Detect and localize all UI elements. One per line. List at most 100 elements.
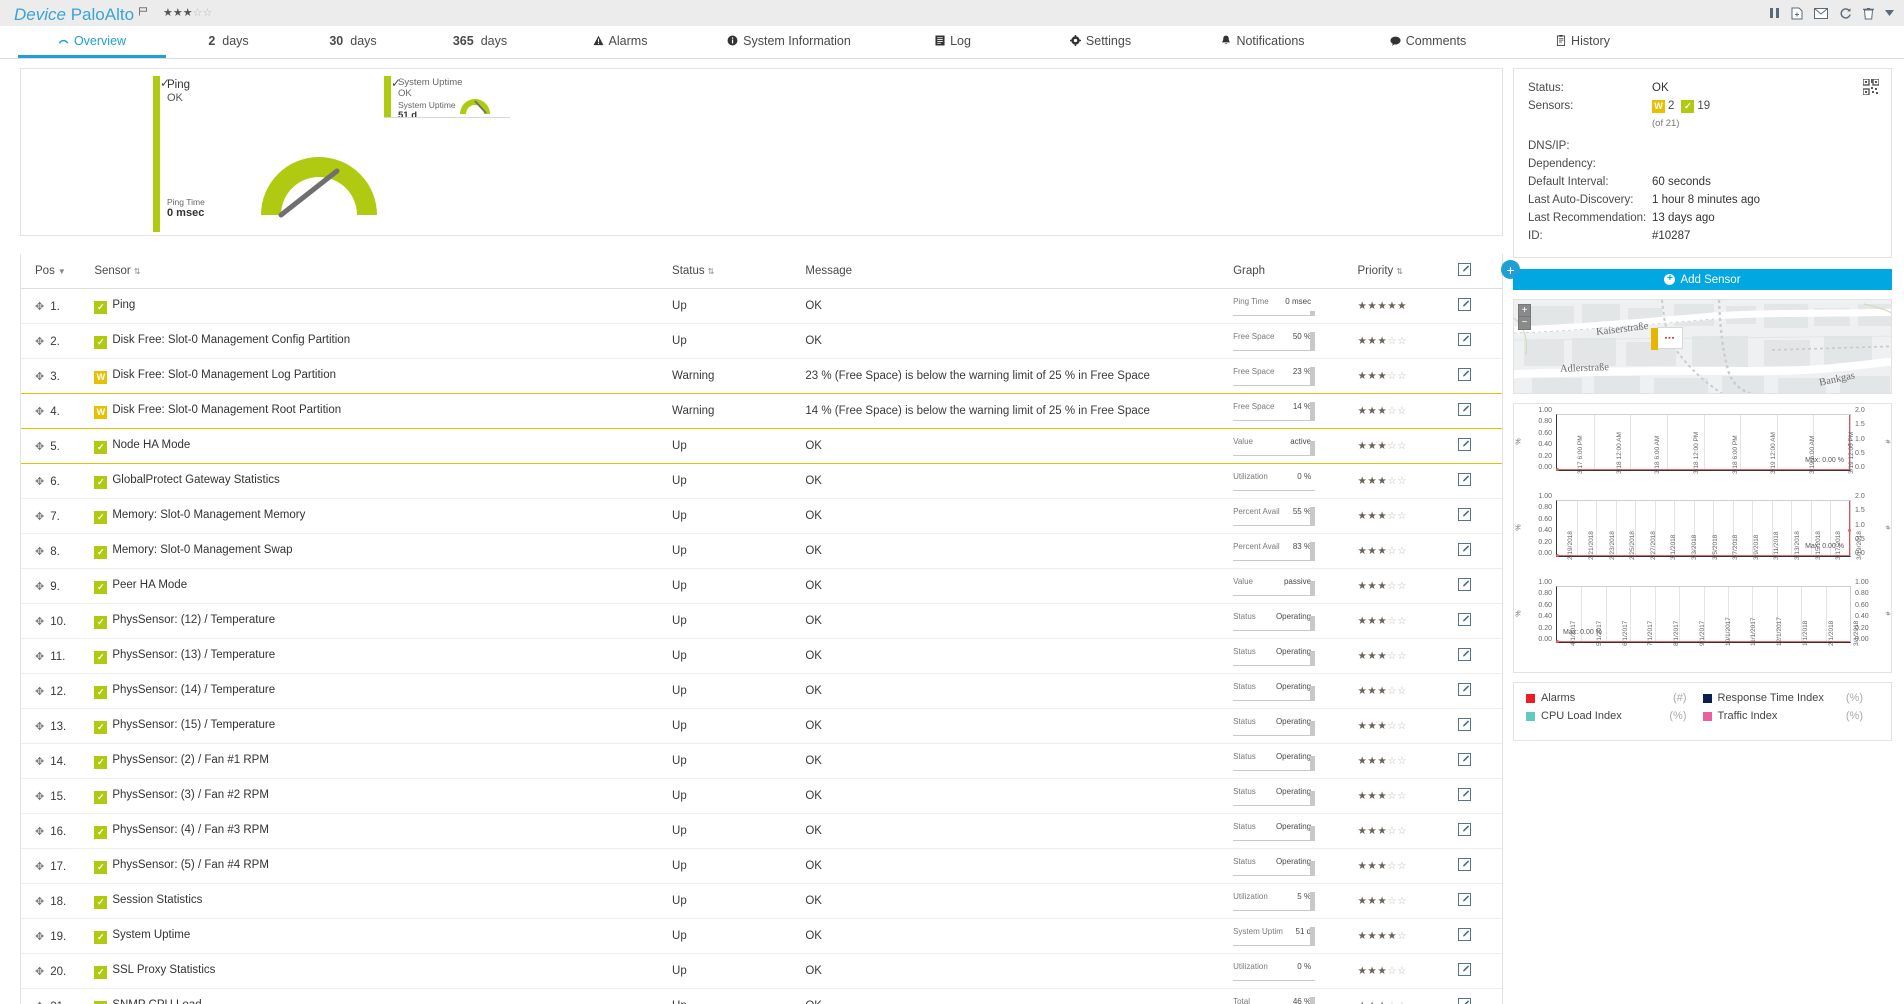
row-position[interactable]: ✥ 3. (21, 358, 95, 394)
row-sensor[interactable]: W Disk Free: Slot-0 Management Log Partit… (94, 358, 673, 394)
table-row[interactable]: ✥ 4. W Disk Free: Slot-0 Management Root Pa… (21, 393, 1502, 429)
row-sensor-link[interactable]: PhysSensor: (15) / Temperature (112, 719, 275, 731)
drag-handle-icon[interactable]: ✥ (35, 895, 44, 908)
row-position[interactable]: ✥ 15. (21, 778, 95, 814)
row-priority-stars[interactable]: ★★★☆☆ (1358, 860, 1408, 872)
row-edit[interactable] (1457, 393, 1502, 429)
row-priority-stars[interactable]: ★★★☆☆ (1358, 440, 1408, 452)
row-graph[interactable]: Status Operating (1233, 743, 1358, 779)
row-sensor[interactable]: ✓ PhysSensor: (15) / Temperature (94, 708, 673, 744)
row-priority-stars[interactable]: ★★★★★ (1358, 300, 1408, 312)
row-position[interactable]: ✥ 19. (21, 918, 95, 954)
row-graph[interactable]: Status Operating (1233, 603, 1358, 639)
table-row[interactable]: ✥ 2. ✓ Disk Free: Slot-0 Management Config … (21, 323, 1502, 359)
row-position[interactable]: ✥ 10. (21, 603, 95, 639)
edit-icon[interactable] (1457, 438, 1471, 454)
row-sensor-link[interactable]: Session Statistics (112, 894, 202, 906)
drag-handle-icon[interactable]: ✥ (35, 405, 44, 418)
drag-handle-icon[interactable]: ✥ (35, 300, 44, 313)
row-position[interactable]: ✥ 5. (21, 428, 95, 464)
row-priority-stars[interactable]: ★★★☆☆ (1358, 510, 1408, 522)
edit-icon[interactable] (1457, 473, 1471, 489)
row-edit[interactable] (1457, 848, 1502, 884)
add-document-icon[interactable] (1791, 7, 1803, 20)
row-sensor-link[interactable]: Node HA Mode (112, 439, 190, 451)
edit-icon[interactable] (1457, 893, 1471, 909)
row-priority[interactable]: ★★★☆☆ (1357, 708, 1458, 744)
edit-icon[interactable] (1457, 403, 1471, 419)
drag-handle-icon[interactable]: ✥ (35, 545, 44, 558)
row-graph[interactable]: Status Operating (1233, 638, 1358, 674)
drag-handle-icon[interactable]: ✥ (35, 930, 44, 943)
row-priority-stars[interactable]: ★★★☆☆ (1358, 475, 1408, 487)
row-priority[interactable]: ★★★★★ (1357, 288, 1458, 324)
table-row[interactable]: ✥ 7. ✓ Memory: Slot-0 Management Memory Up OK… (21, 498, 1502, 534)
row-sensor-link[interactable]: PhysSensor: (13) / Temperature (112, 649, 275, 661)
row-edit[interactable] (1457, 323, 1502, 359)
row-sensor-link[interactable]: SNMP CPU Load (112, 999, 201, 1004)
row-priority-stars[interactable]: ★★★☆☆ (1358, 755, 1408, 767)
edit-all-icon[interactable] (1457, 263, 1471, 279)
row-sensor-link[interactable]: Ping (112, 299, 135, 311)
row-priority[interactable]: ★★★☆☆ (1357, 428, 1458, 464)
table-row[interactable]: ✥ 17. ✓ PhysSensor: (5) / Fan #4 RPM Up OK Sta… (21, 848, 1502, 884)
row-graph[interactable]: Free Space 23 % (1233, 358, 1358, 394)
row-priority[interactable]: ★★★☆☆ (1357, 778, 1458, 814)
row-position[interactable]: ✥ 8. (21, 533, 95, 569)
row-position[interactable]: ✥ 21. (21, 988, 95, 1004)
pause-icon[interactable] (1769, 7, 1780, 19)
row-position[interactable]: ✥ 2. (21, 323, 95, 359)
row-sensor[interactable]: ✓ GlobalProtect Gateway Statistics (94, 463, 673, 499)
row-sensor[interactable]: ✓ Node HA Mode (94, 428, 673, 464)
row-priority[interactable]: ★★★☆☆ (1357, 533, 1458, 569)
row-sensor[interactable]: ✓ SNMP CPU Load (94, 988, 673, 1004)
row-priority[interactable]: ★★★☆☆ (1357, 953, 1458, 989)
row-priority-stars[interactable]: ★★★☆☆ (1358, 685, 1408, 697)
row-sensor-link[interactable]: System Uptime (112, 929, 190, 941)
map-zoom-out-button[interactable]: − (1519, 317, 1530, 329)
row-graph[interactable]: Status Operating (1233, 848, 1358, 884)
row-sensor[interactable]: ✓ SSL Proxy Statistics (94, 953, 673, 989)
mail-icon[interactable] (1814, 7, 1828, 19)
drag-handle-icon[interactable]: ✥ (35, 860, 44, 873)
row-graph[interactable]: Total 46 % (1233, 988, 1358, 1004)
edit-icon[interactable] (1457, 718, 1471, 734)
map-pin-icon[interactable]: ▪▪▪ (1651, 327, 1683, 350)
row-edit[interactable] (1457, 358, 1502, 394)
row-graph[interactable]: Ping Time 0 msec (1233, 288, 1358, 324)
row-sensor[interactable]: ✓ PhysSensor: (2) / Fan #1 RPM (94, 743, 673, 779)
table-row[interactable]: ✥ 3. W Disk Free: Slot-0 Management Log Par… (21, 358, 1502, 394)
row-position[interactable]: ✥ 18. (21, 883, 95, 919)
drag-handle-icon[interactable]: ✥ (35, 790, 44, 803)
row-priority-stars[interactable]: ★★★☆☆ (1358, 370, 1408, 382)
row-priority[interactable]: ★★★☆☆ (1357, 393, 1458, 429)
table-row[interactable]: ✥ 6. ✓ GlobalProtect Gateway Statistics Up OK… (21, 463, 1502, 499)
qr-code-icon[interactable] (1862, 78, 1880, 96)
row-sensor-link[interactable]: Memory: Slot-0 Management Swap (112, 544, 292, 556)
more-options-icon[interactable] (1885, 10, 1894, 16)
table-row[interactable]: ✥ 16. ✓ PhysSensor: (4) / Fan #3 RPM Up OK Sta… (21, 813, 1502, 849)
chart-2-days[interactable]: 2 days1.000.800.600.400.200.002.01.51.00… (1516, 407, 1893, 496)
row-position[interactable]: ✥ 9. (21, 568, 95, 604)
refresh-icon[interactable] (1839, 7, 1852, 20)
table-row[interactable]: ✥ 11. ✓ PhysSensor: (13) / Temperature Up OK S… (21, 638, 1502, 674)
row-sensor[interactable]: ✓ PhysSensor: (14) / Temperature (94, 673, 673, 709)
tab-alarms[interactable]: Alarms (545, 26, 695, 58)
row-sensor-link[interactable]: Peer HA Mode (112, 579, 187, 591)
row-sensor-link[interactable]: Disk Free: Slot-0 Management Log Partiti… (112, 369, 336, 381)
row-priority[interactable]: ★★★☆☆ (1357, 848, 1458, 884)
row-sensor[interactable]: ✓ Memory: Slot-0 Management Swap (94, 533, 673, 569)
row-sensor-link[interactable]: PhysSensor: (3) / Fan #2 RPM (112, 789, 269, 801)
row-sensor[interactable]: W Disk Free: Slot-0 Management Root Parti… (94, 393, 673, 429)
row-priority-stars[interactable]: ★★★☆☆ (1358, 405, 1408, 417)
edit-icon[interactable] (1457, 333, 1471, 349)
edit-icon[interactable] (1457, 753, 1471, 769)
tab-log[interactable]: Log (883, 26, 1023, 58)
tab-settings[interactable]: Settings (1023, 26, 1178, 58)
row-edit[interactable] (1457, 743, 1502, 779)
edit-icon[interactable] (1457, 613, 1471, 629)
row-edit[interactable] (1457, 288, 1502, 324)
row-graph[interactable]: Percent Avail 83 % (1233, 533, 1358, 569)
row-edit[interactable] (1457, 708, 1502, 744)
row-graph[interactable]: Status Operating (1233, 778, 1358, 814)
